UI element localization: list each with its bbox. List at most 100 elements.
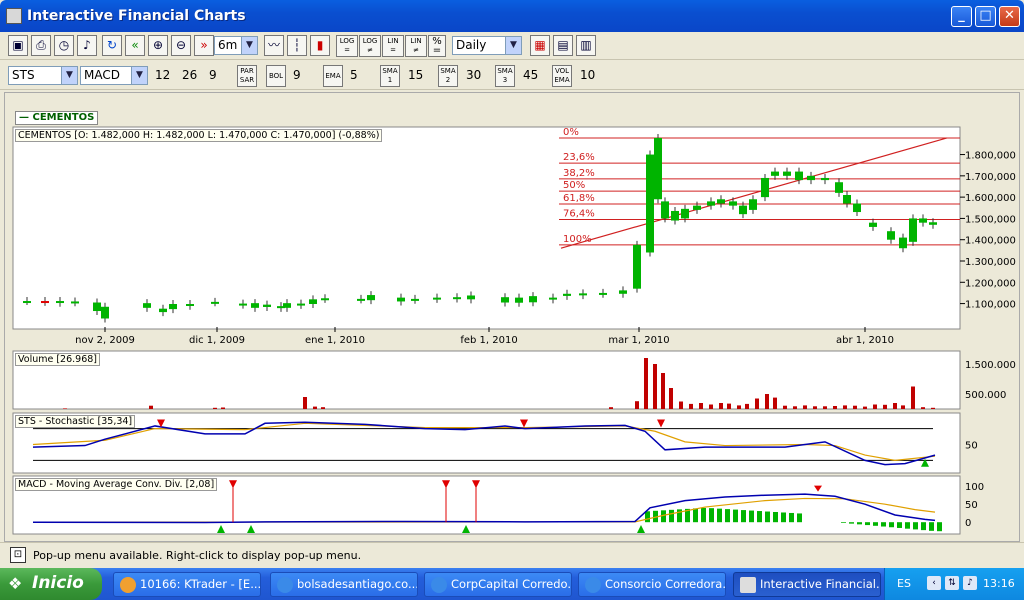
chevron-left-icon[interactable]: ‹ [927, 576, 941, 590]
bar-chart-icon[interactable]: ┆ [287, 35, 307, 56]
ema-value[interactable]: 5 [350, 68, 358, 82]
taskbar-item[interactable]: Consorcio Corredora... [578, 572, 726, 597]
candle [56, 301, 64, 304]
price-tick-label: 1.700,000 [965, 172, 1016, 183]
bol-value[interactable]: 9 [293, 68, 301, 82]
macd-histogram-bar [889, 522, 894, 528]
volume-header: Volume [26.968] [15, 353, 101, 366]
macd-histogram-bar [789, 512, 794, 523]
macd-signal-value[interactable]: 9 [209, 68, 217, 82]
volume-bar [213, 407, 217, 409]
volume-bar [803, 405, 807, 409]
candle [843, 195, 851, 204]
linear-diff-button[interactable]: LIN ≠ [405, 35, 427, 57]
candle [143, 303, 151, 308]
line-chart-icon[interactable]: 〰 [264, 35, 284, 56]
start-button[interactable]: ❖ Inicio [0, 568, 102, 600]
macd-histogram-bar [873, 522, 878, 526]
title-bar[interactable]: Interactive Financial Charts _ □ ✕ [0, 0, 1024, 32]
ema-button[interactable]: EMA [323, 65, 343, 87]
main-toolbar: ▣ ⎙ ◷ ♪ ↻ « ⊕ ⊖ » 6m ▼ 〰 ┆ ▮ LOG = LOG ≠ LI… [0, 32, 1024, 60]
macd-histogram-bar [881, 522, 886, 527]
volume-bar [661, 373, 665, 409]
log-diff-button[interactable]: LOG ≠ [359, 35, 381, 57]
network-icon[interactable]: ⇅ [945, 576, 959, 590]
parsar-button[interactable]: PAR SAR [237, 65, 257, 87]
volume-bar [609, 407, 613, 409]
rewind-icon[interactable]: « [125, 35, 145, 56]
volume-bar [783, 405, 787, 409]
sma1-value[interactable]: 15 [408, 68, 423, 82]
refresh-icon[interactable]: ↻ [102, 35, 122, 56]
sma2-button[interactable]: SMA 2 [438, 65, 458, 87]
percent-button[interactable]: % = [428, 35, 446, 57]
volume-bar [709, 404, 713, 409]
period-select[interactable]: 6m ▼ [214, 36, 258, 55]
app-window: Interactive Financial Charts _ □ ✕ ▣ ⎙ ◷… [0, 0, 1024, 568]
sma3-button[interactable]: SMA 3 [495, 65, 515, 87]
candlestick-chart-icon[interactable]: ▮ [310, 35, 330, 56]
candle [239, 303, 247, 306]
candle [169, 304, 177, 310]
app-icon [740, 577, 756, 593]
volume-bar [679, 401, 683, 409]
clock-icon[interactable]: ◷ [54, 35, 74, 56]
close-button[interactable]: ✕ [999, 6, 1020, 27]
chart-area[interactable]: 1.800,000 1.700,000 1.600,000 1.500,000 1.40… [4, 92, 1020, 542]
candle [357, 298, 365, 301]
macd-histogram-bar [865, 522, 870, 526]
interval-select[interactable]: Daily ▼ [452, 36, 522, 55]
sound-icon[interactable]: ♪ [77, 35, 97, 56]
print-icon[interactable]: ⎙ [31, 35, 51, 56]
symbol-select[interactable]: STS ▼ [8, 66, 78, 85]
save-icon[interactable]: ▣ [8, 35, 28, 56]
bol-button[interactable]: BOL [266, 65, 286, 87]
status-bar: ⊡ Pop-up menu available. Right-click to … [0, 542, 1024, 566]
linear-scale-button[interactable]: LIN = [382, 35, 404, 57]
candle [633, 244, 641, 289]
sma3-value[interactable]: 45 [523, 68, 538, 82]
chevron-down-icon: ▼ [505, 37, 521, 54]
macd-histogram-bar [781, 512, 786, 523]
zoom-in-icon[interactable]: ⊕ [148, 35, 168, 56]
sma2-value[interactable]: 30 [466, 68, 481, 82]
indicator-select[interactable]: MACD ▼ [80, 66, 148, 85]
volema-value[interactable]: 10 [580, 68, 595, 82]
price-header: CEMENTOS [O: 1.482,000 H: 1.482,000 L: 1… [15, 129, 383, 142]
log-scale-button[interactable]: LOG = [336, 35, 358, 57]
fib-level-label: 38,2% [563, 168, 595, 179]
sma1-button[interactable]: SMA 1 [380, 65, 400, 87]
minimize-button[interactable]: _ [951, 6, 972, 27]
table-icon[interactable]: ▥ [576, 35, 596, 56]
volume-panel [12, 350, 961, 410]
browser-icon [585, 577, 601, 593]
macd-slow-value[interactable]: 26 [182, 68, 197, 82]
zoom-out-icon[interactable]: ⊖ [171, 35, 191, 56]
taskbar-item[interactable]: CorpCapital Corredo... [424, 572, 572, 597]
chart-canvas[interactable]: 1.800,000 1.700,000 1.600,000 1.500,000 1.40… [5, 93, 1019, 541]
candle [853, 203, 861, 213]
volume-icon[interactable]: ♪ [963, 576, 977, 590]
layout-icon[interactable]: ▤ [553, 35, 573, 56]
price-tick-label: 1.300,000 [965, 257, 1016, 268]
taskbar-item[interactable]: 10166: KTrader - [E... [113, 572, 261, 597]
candle [835, 182, 843, 193]
volume-bar [843, 405, 847, 409]
taskbar-item[interactable]: bolsadesantiago.co... [270, 572, 418, 597]
taskbar-item-active[interactable]: Interactive Financial... [733, 572, 881, 597]
language-indicator[interactable]: ES [897, 577, 911, 590]
macd-histogram-bar [757, 511, 762, 523]
macd-histogram-bar [797, 513, 802, 523]
fast-forward-icon[interactable]: » [194, 35, 214, 56]
volema-button[interactable]: VOL EMA [552, 65, 572, 87]
palette-icon[interactable]: ▦ [530, 35, 550, 56]
macd-fast-value[interactable]: 12 [155, 68, 170, 82]
candle [186, 304, 194, 307]
volume-bar [853, 405, 857, 409]
volume-bar [653, 364, 657, 409]
macd-histogram-bar [733, 509, 738, 523]
maximize-button[interactable]: □ [975, 6, 996, 27]
candle [671, 210, 679, 221]
volume-bar [313, 406, 317, 409]
popup-menu-icon[interactable]: ⊡ [10, 547, 26, 563]
